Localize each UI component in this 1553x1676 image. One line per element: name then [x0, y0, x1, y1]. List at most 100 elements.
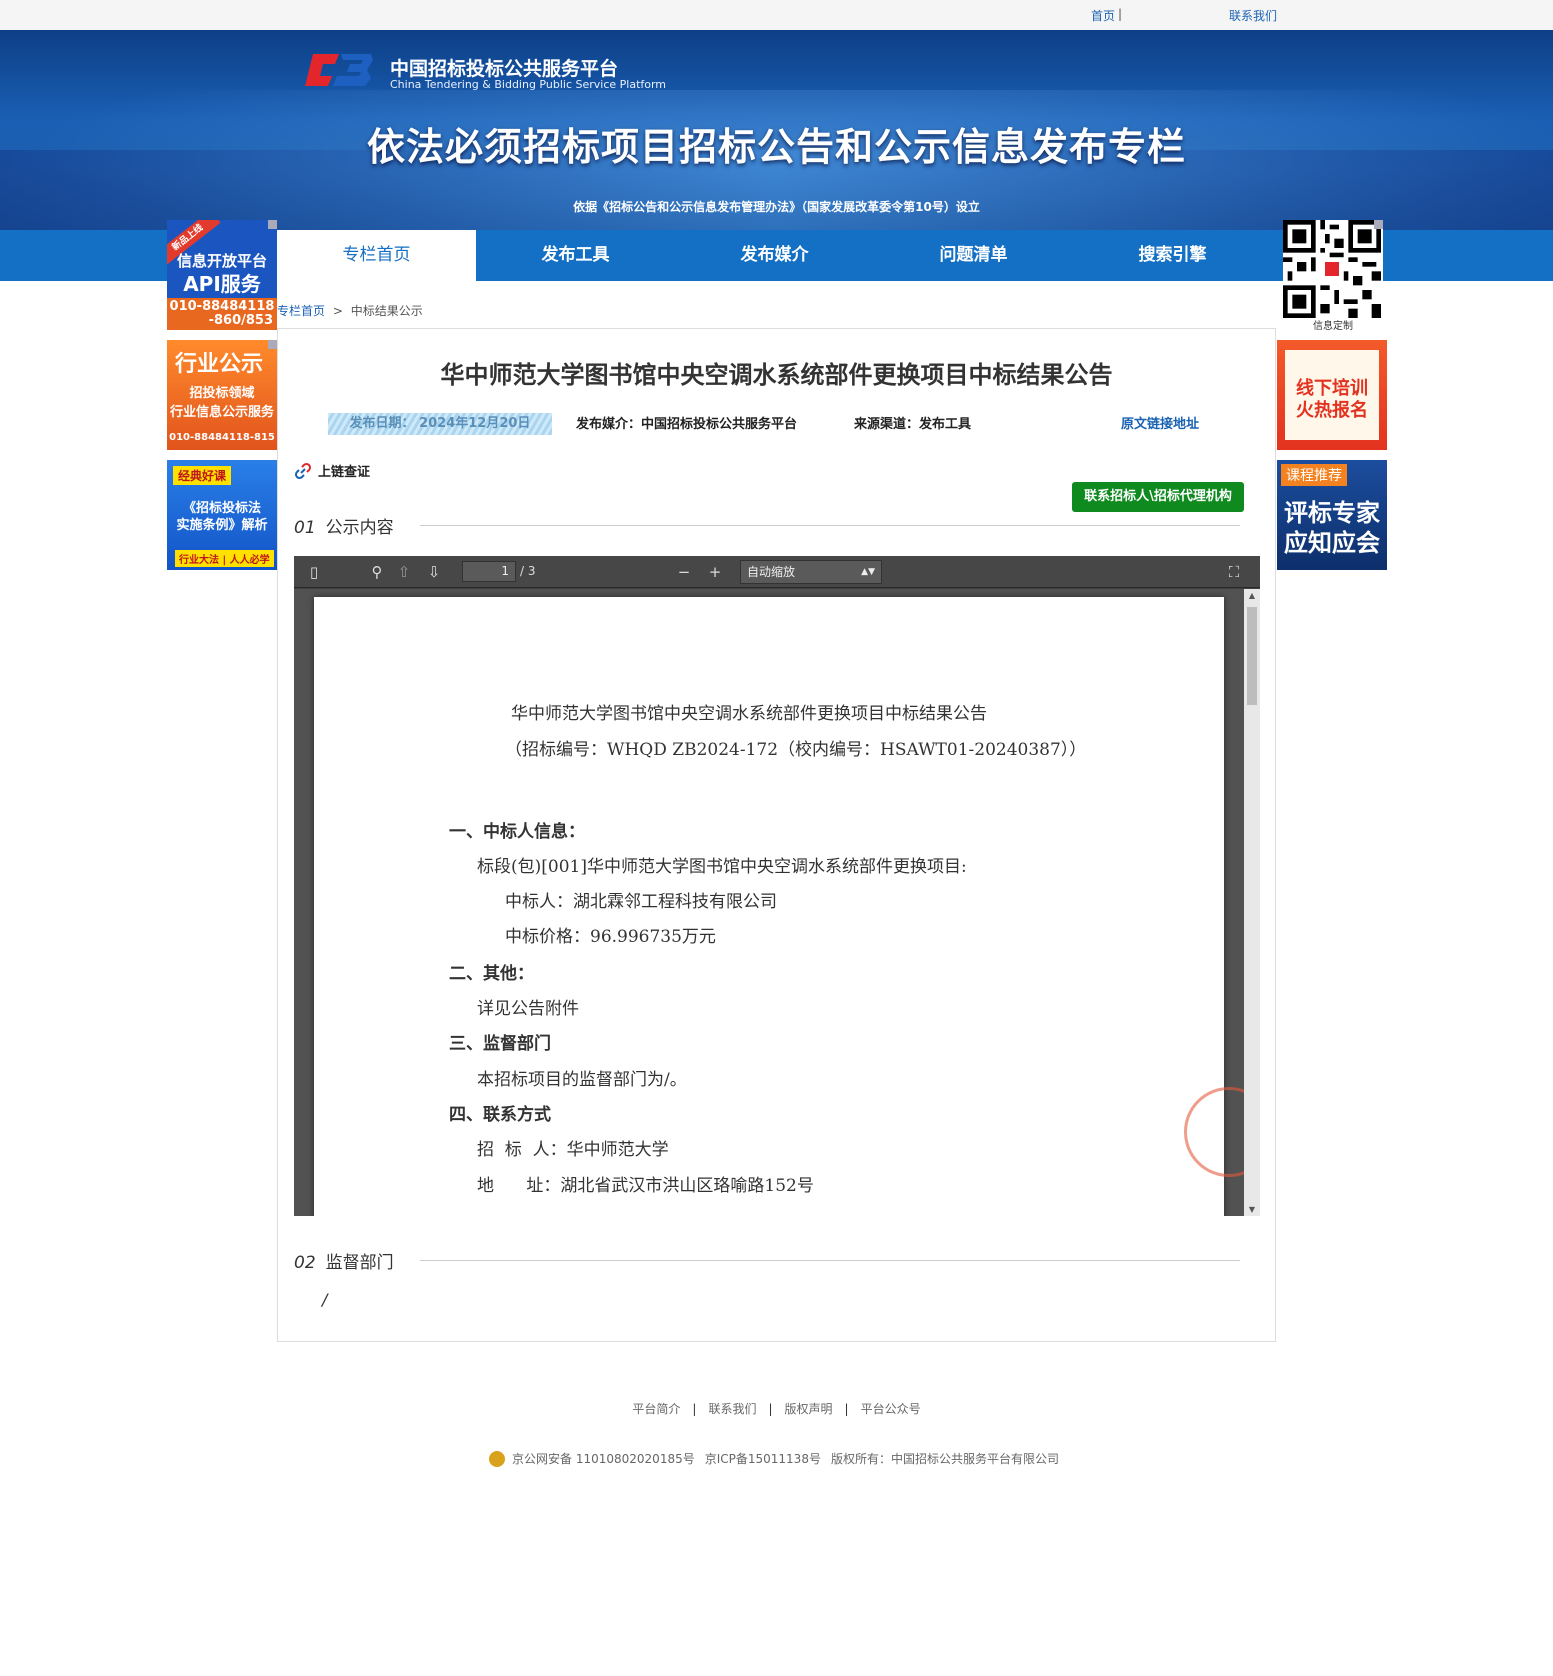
nav-tab-search-engine[interactable]: 搜索引擎 — [1073, 230, 1272, 281]
source-link[interactable]: 原文链接地址 — [1121, 417, 1199, 432]
ad-expert-line2: 应知应会 — [1284, 529, 1380, 557]
topbar-separator: | — [1118, 7, 1123, 21]
ad-api-phone2: -860/853 — [208, 313, 273, 328]
notice-channel: 来源渠道：发布工具 — [854, 417, 972, 432]
brand-name-cn: 中国招标投标公共服务平台 — [390, 58, 619, 80]
zoom-in-icon[interactable]: + — [705, 562, 725, 582]
chain-link-icon — [294, 462, 312, 480]
notice-title: 华中师范大学图书馆中央空调水系统部件更换项目中标结果公告 — [440, 361, 1113, 389]
header-banner: 中国招标投标公共服务平台 China Tendering & Bidding P… — [0, 30, 1553, 230]
pdf-title: 华中师范大学图书馆中央空调水系统部件更换项目中标结果公告 — [511, 704, 987, 724]
pdf-scrollbar[interactable]: ▲ ▼ — [1244, 589, 1260, 1216]
ad-course-slogan: 行业大法 | 人人必学 — [175, 550, 274, 567]
nav-tab-publish-tools[interactable]: 发布工具 — [476, 230, 675, 281]
section-supervision-dept: 02 监督部门 — [294, 1248, 394, 1273]
ad-course-tag: 经典好课 — [173, 466, 232, 485]
zoom-select[interactable]: 自动缩放 ▲▼ — [740, 560, 882, 584]
section-number: 02 — [294, 1253, 316, 1273]
ad-training-line2: 火热报名 — [1296, 400, 1368, 421]
footer-separator: | — [768, 1402, 773, 1416]
ad-close-icon[interactable] — [268, 220, 277, 229]
zoom-out-icon[interactable]: − — [674, 562, 694, 582]
previous-page-icon[interactable]: ⇧ — [394, 562, 414, 582]
pdf-toolbar: ▯ ⚲ ⇧ ⇩ 1 / 3 − + 自动缩放 ▲▼ ⛶ — [294, 556, 1260, 588]
scroll-down-icon[interactable]: ▼ — [1244, 1205, 1260, 1214]
chevron-updown-icon: ▲▼ — [861, 567, 875, 577]
ad-training-card: 线下培训 火热报名 — [1285, 350, 1379, 440]
ad-training-line1: 线下培训 — [1296, 378, 1368, 399]
ad-expert-line1: 评标专家 — [1284, 499, 1380, 527]
ad-industry-line3-text: 行业信息公示服务 — [169, 405, 274, 420]
pdf-bid-number: （招标编号：WHQD ZB2024-172（校内编号：HSAWT01-20240… — [505, 740, 1087, 760]
page-number-input[interactable]: 1 — [462, 561, 516, 582]
page-count: / 3 — [520, 564, 536, 578]
police-badge-icon — [489, 1451, 506, 1467]
ad-close-icon[interactable] — [1374, 220, 1383, 229]
chain-verify-label: 上链查证 — [318, 465, 371, 480]
zoom-select-value: 自动缩放 — [747, 565, 796, 579]
footer-registration: 京公网安备 11010802020185号 京ICP备15011138号 版权所有：… — [0, 1450, 1553, 1467]
nav-tab-publish-media[interactable]: 发布媒介 — [675, 230, 874, 281]
ad-classic-course[interactable]: 经典好课 《招标投标法 实施条例》解析 行业大法 | 人人必学 — [167, 460, 277, 570]
supervision-value: / — [322, 1290, 328, 1309]
footer-link-wechat[interactable]: 平台公众号 — [861, 1402, 921, 1416]
ad-api-phone1: 010-88484118 — [169, 299, 275, 314]
pdf-page: 华中师范大学图书馆中央空调水系统部件更换项目中标结果公告 （招标编号：WHQD … — [314, 597, 1260, 1216]
notice-publish-date: 发布日期： 2024年12月20日 — [328, 413, 552, 435]
pdf-viewer: ▯ ⚲ ⇧ ⇩ 1 / 3 − + 自动缩放 ▲▼ ⛶ 华中师范大学图书馆中央空… — [294, 556, 1260, 1216]
qr-caption: 信息定制 — [1313, 321, 1353, 330]
ad-course-line2: 实施条例》解析 — [176, 518, 268, 533]
ad-expert-course[interactable]: 课程推荐 评标专家 应知应会 — [1277, 460, 1387, 570]
home-link[interactable]: 首页 — [1091, 7, 1115, 24]
contact-agency-button[interactable]: 联系招标人\招标代理机构 — [1072, 482, 1244, 512]
pdf-price: 中标价格：96.996735万元 — [505, 927, 716, 947]
ad-course-title: 《招标投标法 实施条例》解析 — [167, 500, 277, 534]
pdf-document-area[interactable]: 华中师范大学图书馆中央空调水系统部件更换项目中标结果公告 （招标编号：WHQD … — [294, 589, 1260, 1216]
banner-legal-basis: 依据《招标公告和公示信息发布管理办法》（国家发展改革委令第10号）设立 — [573, 200, 980, 214]
nav-tab-column-home[interactable]: 专栏首页 — [277, 230, 476, 281]
footer-link-copyright[interactable]: 版权声明 — [785, 1402, 833, 1416]
pdf-heading-other: 二、其他： — [449, 964, 534, 984]
footer-link-about[interactable]: 平台简介 — [632, 1402, 680, 1416]
pdf-other-detail: 详见公告附件 — [477, 999, 579, 1019]
footer-separator: | — [692, 1402, 697, 1416]
pdf-lot: 标段(包)[001]华中师范大学图书馆中央空调水系统部件更换项目: — [477, 857, 967, 877]
ad-expert-tag: 课程推荐 — [1281, 464, 1347, 486]
contact-us-link[interactable]: 联系我们 — [1229, 7, 1277, 24]
chain-verify[interactable]: 上链查证 — [294, 461, 370, 480]
platform-logo-icon[interactable] — [305, 48, 375, 92]
copyright-owner: 版权所有：中国招标公共服务平台有限公司 — [830, 1452, 1059, 1466]
ad-course-line1: 《招标投标法 — [182, 501, 261, 516]
footer-links: 平台简介 | 联系我们 | 版权声明 | 平台公众号 — [0, 1400, 1553, 1417]
ad-close-icon[interactable] — [268, 340, 277, 349]
ad-expert-title: 评标专家 应知应会 — [1277, 498, 1387, 558]
pdf-heading-winner: 一、中标人信息： — [449, 822, 585, 842]
section-number: 01 — [294, 518, 316, 538]
ad-api-service[interactable]: 新品上线 信息开放平台 API服务 010-88484118 -860/853 — [167, 220, 277, 330]
ad-offline-training[interactable]: 线下培训 火热报名 — [1277, 340, 1387, 450]
footer-separator: | — [844, 1402, 849, 1416]
pdf-heading-supervision: 三、监督部门 — [449, 1034, 551, 1054]
police-record[interactable]: 京公网安备 11010802020185号 — [512, 1452, 695, 1466]
pdf-winner: 中标人：湖北霖邻工程科技有限公司 — [505, 892, 777, 912]
breadcrumb-home-link[interactable]: 专栏首页 — [277, 304, 325, 318]
sidebar-toggle-icon[interactable]: ▯ — [304, 562, 324, 582]
nav-tab-question-list[interactable]: 问题清单 — [874, 230, 1073, 281]
search-icon[interactable]: ⚲ — [367, 562, 387, 582]
section-divider — [420, 1260, 1240, 1261]
breadcrumb-separator: > — [332, 304, 343, 318]
section-divider — [420, 525, 1240, 526]
icp-record[interactable]: 京ICP备15011138号 — [705, 1452, 821, 1466]
ad-qr-subscribe[interactable]: 信息定制 — [1283, 220, 1383, 330]
ad-industry-line2: 招投标领域 行业信息公示服务 — [167, 384, 277, 422]
top-bar: 首页 | 联系我们 — [0, 0, 1553, 30]
notice-panel: 华中师范大学图书馆中央空调水系统部件更换项目中标结果公告 发布日期： 2024年… — [277, 328, 1276, 1342]
breadcrumb: 专栏首页 > 中标结果公示 — [277, 302, 423, 319]
scroll-up-icon[interactable]: ▲ — [1244, 591, 1260, 600]
next-page-icon[interactable]: ⇩ — [424, 562, 444, 582]
ad-industry-notice[interactable]: 行业公示 招投标领域 行业信息公示服务 010-88484118-815 — [167, 340, 277, 450]
footer-link-contact[interactable]: 联系我们 — [708, 1402, 756, 1416]
scrollbar-thumb[interactable] — [1247, 607, 1257, 705]
ad-industry-phone: 010-88484118-815 — [169, 432, 275, 443]
fullscreen-icon[interactable]: ⛶ — [1224, 562, 1244, 582]
